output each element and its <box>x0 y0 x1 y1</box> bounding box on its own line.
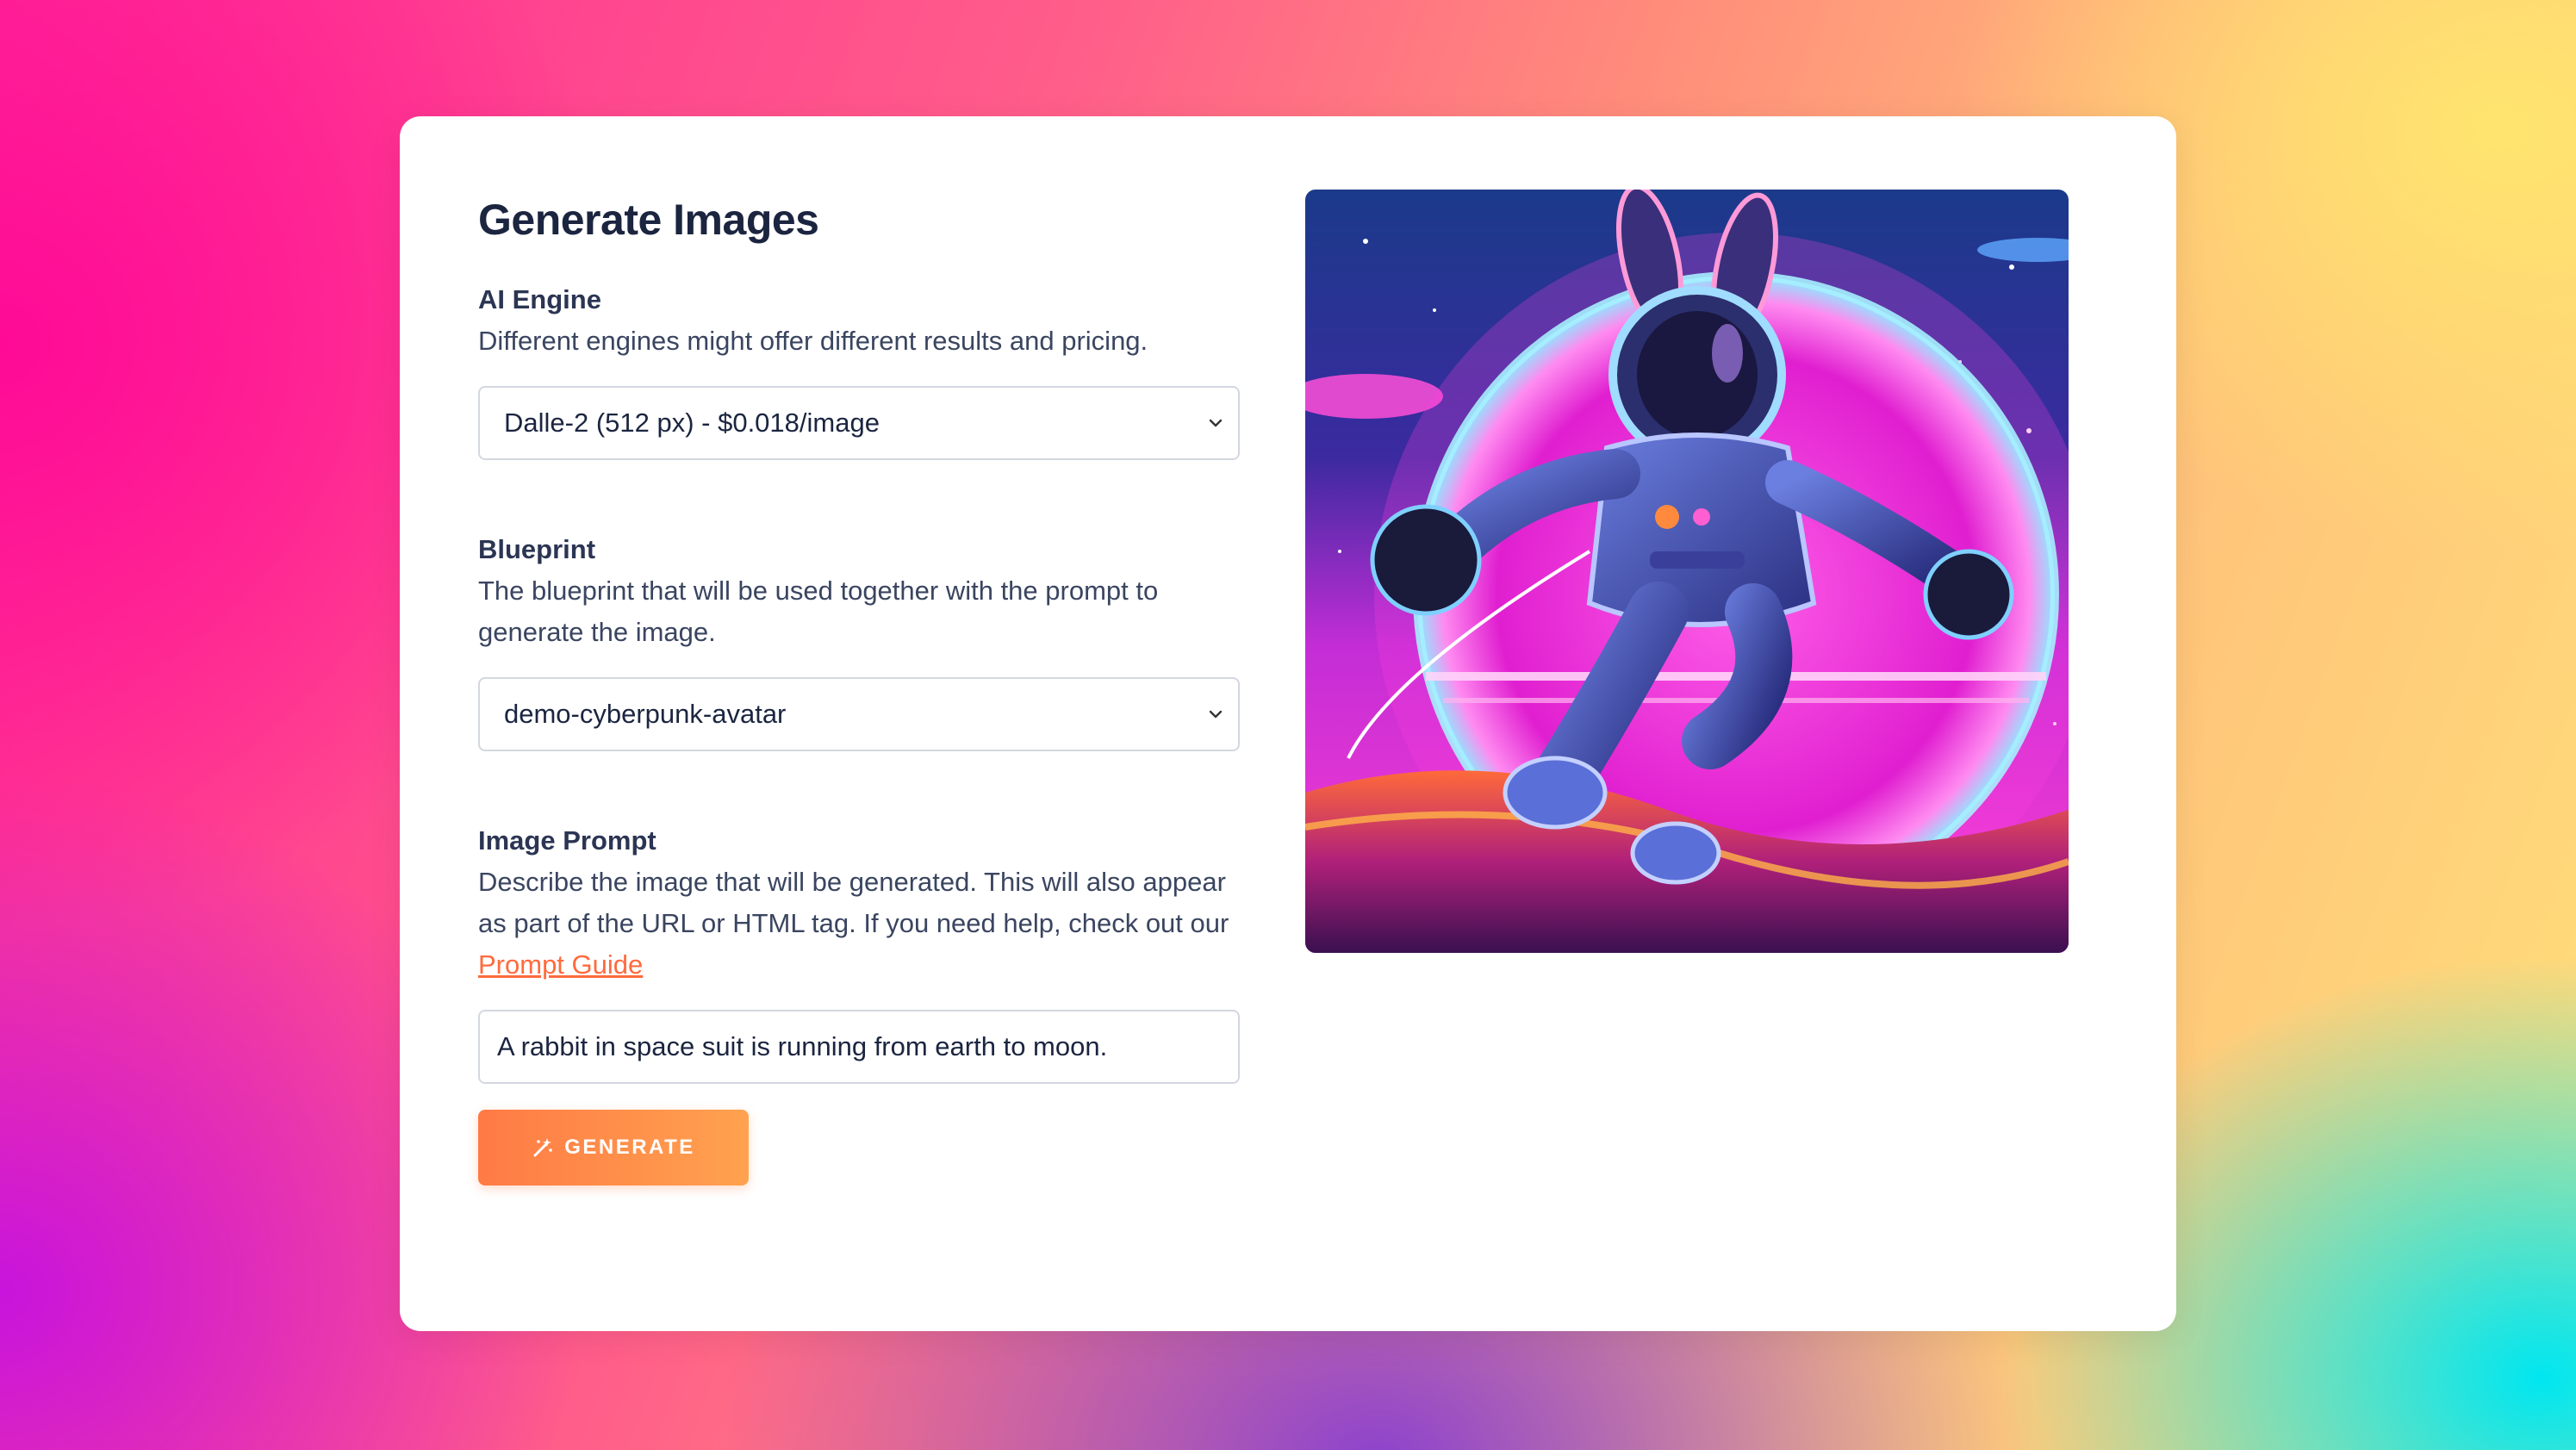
engine-select[interactable]: Dalle-2 (512 px) - $0.018/image <box>478 386 1240 460</box>
prompt-description-line-1: Describe the image that will be generate… <box>478 867 1226 897</box>
blueprint-select[interactable]: demo-cyberpunk-avatar <box>478 677 1240 751</box>
prompt-input-value: A rabbit in space suit is running from e… <box>497 1031 1108 1061</box>
blueprint-select-value: demo-cyberpunk-avatar <box>504 699 787 729</box>
engine-select-value: Dalle-2 (512 px) - $0.018/image <box>504 408 880 438</box>
blueprint-description-line-1: The blueprint that will be used together… <box>478 576 1159 606</box>
chevron-down-icon <box>1209 419 1223 427</box>
engine-label: AI Engine <box>478 284 601 314</box>
prompt-input[interactable]: A rabbit in space suit is running from e… <box>478 1010 1240 1084</box>
blueprint-description-line-2: generate the image. <box>478 617 716 647</box>
prompt-guide-link[interactable]: Prompt Guide <box>478 949 643 980</box>
prompt-description-line-2: as part of the URL or HTML tag. If you n… <box>478 908 1229 938</box>
blueprint-label: Blueprint <box>478 534 596 564</box>
generator-form: Generate Images AI Engine Different engi… <box>478 190 1241 1186</box>
generate-button-label: GENERATE <box>564 1136 695 1159</box>
generated-image-preview <box>1305 190 2069 953</box>
generate-button[interactable]: GENERATE <box>478 1110 749 1186</box>
magic-wand-icon <box>533 1138 553 1157</box>
page-title: Generate Images <box>478 196 819 244</box>
engine-description: Different engines might offer different … <box>478 326 1148 356</box>
astronaut-rabbit-image <box>1305 190 2069 953</box>
prompt-label: Image Prompt <box>478 825 656 856</box>
chevron-down-icon <box>1209 710 1223 719</box>
